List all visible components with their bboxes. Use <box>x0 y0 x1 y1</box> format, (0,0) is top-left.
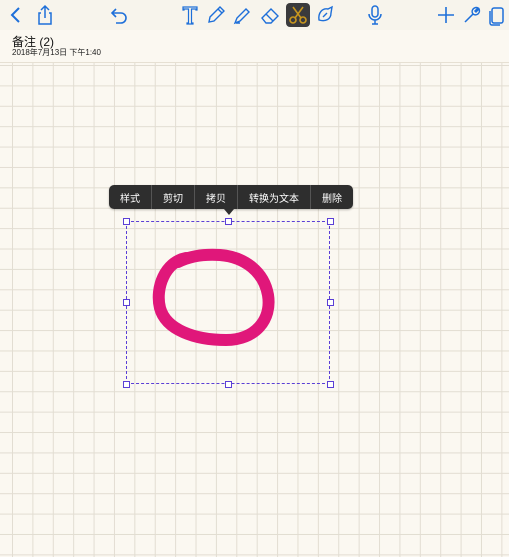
menu-item-delete[interactable]: 删除 <box>310 185 353 209</box>
shape-tool-button[interactable] <box>313 3 337 27</box>
note-timestamp: 2018年7月13日 下午1:40 <box>12 48 101 57</box>
share-icon <box>38 4 52 25</box>
undo-button[interactable] <box>106 3 130 27</box>
shape-tool-icon <box>318 5 333 22</box>
microphone-icon <box>368 5 382 25</box>
plus-icon <box>438 7 454 23</box>
selection-handle-top-middle[interactable] <box>225 218 232 225</box>
note-header: 备注 (2) 2018年7月13日 下午1:40 <box>0 30 509 63</box>
highlighter-icon <box>233 8 250 25</box>
selection-handle-middle-right[interactable] <box>327 299 334 306</box>
menu-item-style[interactable]: 样式 <box>109 185 151 209</box>
lasso-scissors-icon <box>289 6 307 24</box>
menu-item-convert-to-text[interactable]: 转换为文本 <box>237 185 310 209</box>
pages-button[interactable] <box>485 3 509 27</box>
text-tool-button[interactable] <box>178 3 202 27</box>
wrench-icon <box>464 6 481 23</box>
selection-handle-bottom-right[interactable] <box>327 381 334 388</box>
selection-context-menu: 样式 剪切 拷贝 转换为文本 删除 <box>109 185 353 209</box>
selection-handle-bottom-left[interactable] <box>123 381 130 388</box>
undo-icon <box>110 8 127 24</box>
microphone-button[interactable] <box>363 3 387 27</box>
settings-button[interactable] <box>460 3 484 27</box>
pen-icon <box>208 6 225 23</box>
pages-icon <box>489 7 504 26</box>
toolbar <box>0 0 509 30</box>
chevron-left-icon <box>10 7 20 23</box>
lasso-tool-button[interactable] <box>286 3 310 27</box>
pen-tool-button[interactable] <box>204 3 228 27</box>
eraser-icon <box>261 8 279 24</box>
selection-handle-top-left[interactable] <box>123 218 130 225</box>
eraser-tool-button[interactable] <box>258 3 282 27</box>
lasso-selection-box[interactable] <box>126 221 330 384</box>
menu-item-cut[interactable]: 剪切 <box>151 185 194 209</box>
selection-handle-middle-left[interactable] <box>123 299 130 306</box>
highlighter-tool-button[interactable] <box>230 3 254 27</box>
menu-item-copy[interactable]: 拷贝 <box>194 185 237 209</box>
share-button[interactable] <box>33 3 57 27</box>
selection-handle-top-right[interactable] <box>327 218 334 225</box>
add-button[interactable] <box>434 3 458 27</box>
context-menu-pointer <box>224 209 234 215</box>
text-tool-icon <box>182 6 198 25</box>
back-button[interactable] <box>4 3 28 27</box>
selection-handle-bottom-middle[interactable] <box>225 381 232 388</box>
